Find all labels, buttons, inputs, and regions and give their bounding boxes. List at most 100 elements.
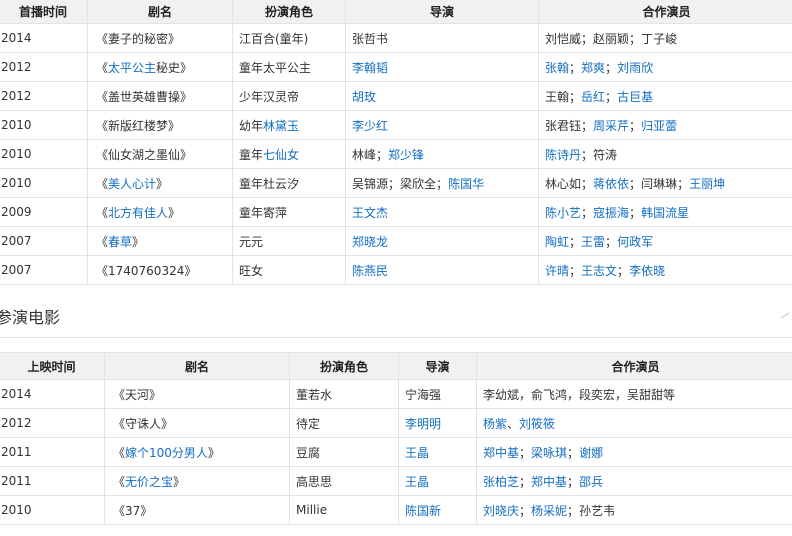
movie-role-text: 豆腐 [296,445,321,460]
movie-costars-link[interactable]: 邵兵 [579,475,603,489]
tv-cell-year: 2007 [0,226,88,256]
tv-cell-role: 江百合(童年) [232,23,346,53]
tv-costars-text: 林心如 [545,176,582,191]
movie-cell-role: 高思思 [289,466,399,496]
tv-cell-title: 《盖世英雄曹操》 [87,81,233,111]
tv-cell-year: 2010 [0,168,88,198]
movie-cell-year: 2011 [0,437,105,467]
tv-costars-link[interactable]: 王丽坤 [689,177,725,191]
tv-costars-link[interactable]: 郑爽 [581,61,605,75]
tv-title-text: 秘史》 [156,60,193,75]
movie-role-text: Millie [296,503,328,517]
tv-director-link[interactable]: 郑晓龙 [352,235,388,249]
movie-title-text: 《37》 [113,503,153,518]
tv-costars-link[interactable]: 陈小艺 [545,206,581,220]
tv-cell-year: 2010 [0,110,88,140]
tv-title-link[interactable]: 春草 [108,235,132,249]
movie-title-link[interactable]: 无价之宝 [125,475,173,489]
movie-header-costars: 合作演员 [476,352,792,380]
tv-costars-link[interactable]: 陈诗丹 [545,148,581,162]
movie-director-link[interactable]: 李明明 [405,417,441,431]
tv-title-text: 《 [96,60,109,75]
movie-cell-costars: 刘晓庆；杨采妮；孙艺韦 [476,495,792,525]
movie-header-director: 导演 [398,352,477,380]
movie-cell-title: 《37》 [104,495,290,525]
tv-costars-link[interactable]: 李依晓 [629,264,665,278]
tv-director-link[interactable]: 胡玫 [352,90,376,104]
tv-role-text: 江百合(童年) [239,31,309,46]
tv-cell-role: 旺女 [232,255,346,285]
tv-table-row: 2010 《美人心计》 童年杜云汐 吴锦源；梁欣全；陈国华 林心如；蒋依依；闫琳琳；王丽… [0,168,792,198]
tv-cell-costars: 刘恺威；赵丽颖；丁子峻 [538,23,792,53]
tv-director-link[interactable]: 王文杰 [352,206,388,220]
tv-costars-link[interactable]: 韩国流星 [641,206,689,220]
tv-cell-director: 吴锦源；梁欣全；陈国华 [345,168,539,198]
tv-cell-title: 《1740760324》 [87,255,233,285]
tv-role-link[interactable]: 林黛玉 [263,119,299,133]
tv-costars-text: ； [605,89,618,104]
tv-title-text: 《盖世英雄曹操》 [96,89,193,104]
tv-costars-link[interactable]: 周采芹 [593,119,629,133]
tv-director-link[interactable]: 李翰韬 [352,61,388,75]
movie-director-link[interactable]: 陈国新 [405,504,441,518]
section-divider [0,337,792,338]
tv-costars-link[interactable]: 王志文 [581,264,617,278]
movie-cell-title: 《嫁个100分男人》 [104,437,290,467]
tv-cell-director: 陈燕民 [345,255,539,285]
tv-cell-title: 《美人心计》 [87,168,233,198]
collapse-icon[interactable] [780,311,790,321]
tv-title-link[interactable]: 美人心计 [108,177,156,191]
movie-director-link[interactable]: 王晶 [405,475,429,489]
tv-costars-link[interactable]: 古巨基 [617,90,653,104]
tv-header-role: 扮演角色 [232,0,346,24]
movie-costars-text: ； [519,474,532,489]
tv-costars-link[interactable]: 王雷 [581,235,605,249]
tv-director-text: 林峰 [352,147,377,162]
movie-cell-year: 2014 [0,379,105,409]
movie-costars-link[interactable]: 郑中基 [483,446,519,460]
movie-costars-link[interactable]: 杨紫 [483,417,507,431]
movie-costars-link[interactable]: 张柏芝 [483,475,519,489]
tv-costars-link[interactable]: 何政军 [617,235,653,249]
movie-costars-text: ； [567,503,580,518]
tv-costars-link[interactable]: 蒋依依 [593,177,629,191]
tv-director-link[interactable]: 陈燕民 [352,264,388,278]
movie-title-link[interactable]: 嫁个100分男人 [125,446,208,460]
tv-costars-link[interactable]: 岳红 [581,90,605,104]
tv-costars-link[interactable]: 归亚蕾 [641,119,677,133]
movie-costars-link[interactable]: 刘筱筱 [519,417,555,431]
movie-costars-link[interactable]: 郑中基 [531,475,567,489]
tv-director-link[interactable]: 李少红 [352,119,388,133]
tv-role-link[interactable]: 七仙女 [263,148,299,162]
movie-cell-director: 陈国新 [398,495,477,525]
tv-cell-title: 《春草》 [87,226,233,256]
tv-costars-link[interactable]: 许晴 [545,264,569,278]
tv-cell-year: 2014 [0,23,88,53]
tv-director-link[interactable]: 郑少锋 [388,148,424,162]
movie-costars-link[interactable]: 刘晓庆 [483,504,519,518]
tv-title-text: 《新版红楼梦》 [96,118,181,133]
tv-table-row: 2009 《北方有佳人》 童年寄萍 王文杰 陈小艺；寇振海；韩国流星 [0,197,792,227]
tv-costars-link[interactable]: 陶虹 [545,235,569,249]
tv-cell-title: 《北方有佳人》 [87,197,233,227]
movie-director-link[interactable]: 王晶 [405,446,429,460]
movie-cell-costars: 郑中基；梁咏琪；谢娜 [476,437,792,467]
tv-costars-link[interactable]: 刘雨欣 [617,61,653,75]
tv-title-link[interactable]: 北方有佳人 [108,206,168,220]
movie-table-body: 2014 《天河》 董若水 宁海强 李幼斌，俞飞鸿，段奕宏，吴甜甜等 2012 《守诛人》 待… [0,379,792,525]
tv-costars-link[interactable]: 张翰 [545,61,569,75]
movie-table-row: 2010 《37》 Millie 陈国新 刘晓庆；杨采妮；孙艺韦 [0,495,792,525]
movie-costars-link[interactable]: 谢娜 [579,446,603,460]
movie-cell-role: 董若水 [289,379,399,409]
tv-title-text: 《妻子的秘密》 [96,31,181,46]
movie-cell-year: 2011 [0,466,105,496]
tv-costars-text: ； [677,176,690,191]
tv-director-link[interactable]: 陈国华 [448,177,484,191]
tv-costars-link[interactable]: 寇振海 [593,206,629,220]
tv-costars-text: ； [569,60,582,75]
tv-title-link[interactable]: 太平公主 [108,61,156,75]
movie-costars-link[interactable]: 杨采妮 [531,504,567,518]
tv-cell-director: 胡玫 [345,81,539,111]
tv-title-text: 》 [168,205,181,220]
movie-costars-link[interactable]: 梁咏琪 [531,446,567,460]
